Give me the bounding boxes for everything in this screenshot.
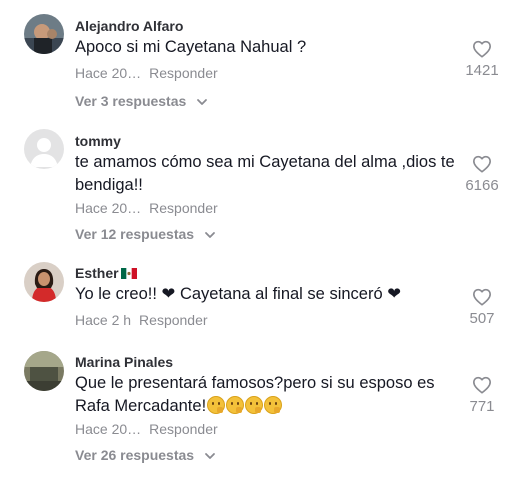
comment-meta: Hace 20… Responder xyxy=(75,65,218,81)
thinking-face-icon xyxy=(245,396,264,414)
heart-outline-icon xyxy=(473,376,491,394)
reply-button[interactable]: Responder xyxy=(149,421,218,437)
thinking-face-icon xyxy=(207,396,226,414)
like-count: 1421 xyxy=(465,62,499,79)
comment-meta: Hace 20… Responder xyxy=(75,421,218,437)
view-replies-button[interactable]: Ver 3 respuestas xyxy=(75,93,208,109)
avatar[interactable] xyxy=(24,14,64,54)
reply-button[interactable]: Responder xyxy=(149,200,218,216)
comment-time: Hace 20… xyxy=(75,200,142,216)
comment-username[interactable]: Esther xyxy=(75,265,137,281)
mexico-flag-icon xyxy=(120,268,137,279)
like-button[interactable]: 6166 xyxy=(452,155,512,194)
comment-username[interactable]: tommy xyxy=(75,133,121,149)
avatar[interactable] xyxy=(24,262,64,302)
thinking-face-icon xyxy=(264,396,283,414)
like-count: 507 xyxy=(469,310,495,327)
chevron-down-icon xyxy=(205,453,215,460)
comment-username[interactable]: Marina Pinales xyxy=(75,354,173,370)
comment-text: Que le presentará famosos?pero si su esp… xyxy=(75,372,460,418)
heart-outline-icon xyxy=(473,40,491,58)
comment-time: Hace 2 h xyxy=(75,312,132,328)
thinking-face-icon xyxy=(226,396,245,414)
comment-meta: Hace 2 h Responder xyxy=(75,312,208,328)
view-replies-label: Ver 12 respuestas xyxy=(75,226,195,242)
comment-time: Hace 20… xyxy=(75,65,142,81)
view-replies-button[interactable]: Ver 26 respuestas xyxy=(75,447,216,463)
reply-button[interactable]: Responder xyxy=(149,65,218,81)
like-button[interactable]: 507 xyxy=(452,288,512,327)
default-user-icon xyxy=(24,129,64,169)
reply-button[interactable]: Responder xyxy=(139,312,208,328)
like-button[interactable]: 771 xyxy=(452,376,512,415)
like-button[interactable]: 1421 xyxy=(452,40,512,79)
like-count: 771 xyxy=(469,398,495,415)
heart-outline-icon xyxy=(473,288,491,306)
view-replies-label: Ver 3 respuestas xyxy=(75,93,187,109)
avatar[interactable] xyxy=(24,351,64,391)
comment-text: te amamos cómo sea mi Cayetana del alma … xyxy=(75,153,455,194)
username-label: Esther xyxy=(75,265,119,281)
comment-time: Hace 20… xyxy=(75,421,142,437)
chevron-down-icon xyxy=(197,99,208,106)
avatar[interactable] xyxy=(24,129,64,169)
chevron-down-icon xyxy=(205,232,215,239)
heart-outline-icon xyxy=(473,155,491,173)
comment-text: Yo le creo!! ❤ Cayetana al final se sinc… xyxy=(75,285,402,303)
comment-username[interactable]: Alejandro Alfaro xyxy=(75,18,183,34)
comment-text: Apoco si mi Cayetana Nahual ? xyxy=(75,38,307,56)
like-count: 6166 xyxy=(465,177,499,194)
view-replies-label: Ver 26 respuestas xyxy=(75,447,195,463)
comment-meta: Hace 20… Responder xyxy=(75,200,218,216)
view-replies-button[interactable]: Ver 12 respuestas xyxy=(75,226,216,242)
